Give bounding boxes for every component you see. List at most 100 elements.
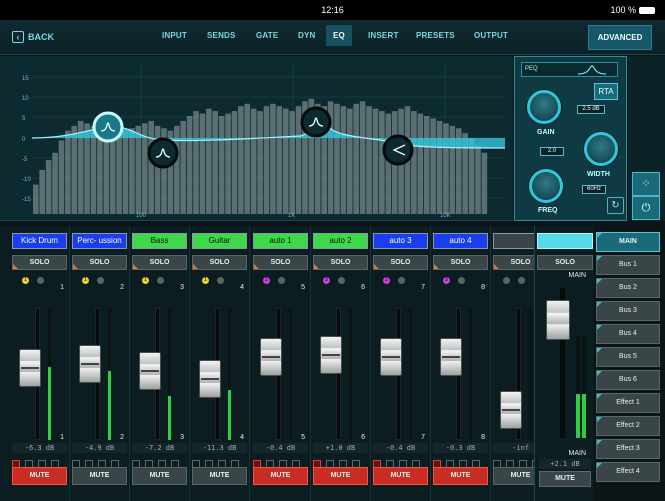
channel-number-bottom: 1 (60, 434, 64, 441)
solo-button[interactable]: SOLO (373, 255, 428, 270)
bus-item-effect-4[interactable]: Effect 4 (596, 462, 660, 482)
channel-name[interactable]: auto 1 (253, 233, 308, 249)
rta-bar (436, 120, 443, 214)
back-button[interactable]: ‹ BACK (12, 31, 54, 43)
bus-item-bus-3[interactable]: Bus 3 (596, 301, 660, 321)
eq-band-node[interactable] (147, 137, 179, 169)
tab-presets[interactable]: PRESETS (416, 31, 455, 40)
rta-bar (282, 108, 289, 214)
fader-cap[interactable] (500, 390, 522, 429)
fader-cap[interactable] (440, 337, 462, 376)
solo-button[interactable]: SOLO (72, 255, 127, 270)
channel-number: 5 (301, 284, 305, 291)
channel-strip: Kick Drum SOLO 1 1 1 -6.3 dB MUTE (10, 226, 70, 501)
rta-bar (206, 108, 212, 214)
fader-cap[interactable] (260, 337, 282, 376)
eq-graph-canvas[interactable]: 151050-5-10-15100 1K 10K (0, 56, 513, 221)
tab-sends[interactable]: SENDS (207, 31, 236, 40)
master-name-tag[interactable] (537, 233, 593, 249)
channel-name[interactable]: Bass (132, 233, 187, 249)
bus-item-effect-3[interactable]: Effect 3 (596, 439, 660, 459)
mute-button[interactable]: MUTE (373, 467, 428, 485)
eq-band-node[interactable] (300, 106, 332, 138)
eq-band-node[interactable] (382, 134, 414, 166)
master-fader-cap[interactable] (546, 300, 570, 340)
channel-name[interactable]: auto 2 (313, 233, 368, 249)
tab-eq[interactable]: EQ (326, 25, 352, 46)
tab-output[interactable]: OUTPUT (474, 31, 508, 40)
freq-knob[interactable] (529, 169, 563, 203)
eq-band-node[interactable] (92, 111, 124, 143)
solo-button[interactable]: SOLO (132, 255, 187, 270)
bus-item-bus-6[interactable]: Bus 6 (596, 370, 660, 390)
rta-bar (193, 111, 199, 214)
channel-number-bottom: 5 (301, 434, 305, 441)
channel-name[interactable]: Kick Drum (12, 233, 67, 249)
rta-bar (199, 113, 206, 214)
channel-name[interactable]: Guitar (192, 233, 247, 249)
channel-name[interactable]: auto 3 (373, 233, 428, 249)
bus-item-bus-4[interactable]: Bus 4 (596, 324, 660, 344)
solo-button[interactable]: SOLO (192, 255, 247, 270)
fader-cap[interactable] (139, 352, 161, 390)
bus-item-effect-2[interactable]: Effect 2 (596, 416, 660, 436)
db-readout: -0.4 dB (373, 443, 428, 453)
gain-knob[interactable] (527, 90, 561, 124)
fader-cap[interactable] (79, 345, 101, 384)
width-knob[interactable] (584, 132, 618, 166)
solo-button[interactable]: SOLO (433, 255, 488, 270)
status-icons (253, 455, 308, 468)
fader-track[interactable] (336, 308, 341, 440)
battery-icon (639, 7, 655, 15)
rta-bar (385, 113, 392, 214)
channel-number: 4 (240, 284, 244, 291)
tab-input[interactable]: INPUT (162, 31, 187, 40)
advanced-button[interactable]: ADVANCED (588, 25, 652, 50)
mute-button[interactable]: MUTE (192, 467, 247, 485)
solo-button[interactable]: SOLO (12, 255, 67, 270)
tab-insert[interactable]: INSERT (368, 31, 399, 40)
rta-bar (423, 116, 430, 214)
mute-button[interactable]: MUTE (72, 467, 127, 485)
mute-group-indicator (37, 277, 44, 284)
fader-cap[interactable] (199, 359, 221, 398)
mute-group-indicator (398, 277, 405, 284)
master-solo-button[interactable]: SOLO (537, 255, 593, 270)
solo-button[interactable]: SOLO (253, 255, 308, 270)
rta-bar (225, 113, 231, 214)
fader-cap[interactable] (320, 335, 342, 374)
bus-item-bus-5[interactable]: Bus 5 (596, 347, 660, 367)
reset-icon[interactable]: ↻ (607, 197, 624, 214)
channel-name[interactable]: Perc- ussion (72, 233, 127, 249)
mute-button[interactable]: MUTE (132, 467, 187, 485)
eq-graph[interactable]: 15 10 5 0 -5 -10 -15 100 1K 10K (0, 56, 513, 221)
fader-cap[interactable] (380, 337, 402, 376)
status-icons (313, 455, 368, 468)
solo-button[interactable]: SOLO (313, 255, 368, 270)
channel-number: 7 (421, 284, 425, 291)
level-meter-fill (108, 371, 111, 440)
channel-strip: Bass SOLO 1 3 3 -7.2 dB MUTE (130, 226, 190, 501)
mute-button[interactable]: MUTE (253, 467, 308, 485)
peq-type-selector[interactable]: PEQ (521, 62, 618, 77)
master-mute-button[interactable]: MUTE (539, 471, 591, 487)
tab-dyn[interactable]: DYN (298, 31, 316, 40)
mute-button[interactable]: MUTE (12, 467, 67, 485)
rta-button[interactable]: RTA (594, 83, 618, 100)
mute-button[interactable]: MUTE (313, 467, 368, 485)
master-meter-right-fill (582, 394, 586, 438)
fader-cap[interactable] (19, 348, 41, 387)
link-icon[interactable]: ⁘ (632, 172, 660, 196)
channel-name[interactable]: auto 4 (433, 233, 488, 249)
power-icon[interactable]: ⏻ (632, 196, 660, 220)
mute-button[interactable]: MUTE (433, 467, 488, 485)
bus-item-bus-1[interactable]: Bus 1 (596, 255, 660, 275)
master-db-readout: +2.1 dB (539, 459, 591, 469)
rta-bar (186, 116, 193, 214)
bus-item-bus-2[interactable]: Bus 2 (596, 278, 660, 298)
bus-item-effect-1[interactable]: Effect 1 (596, 393, 660, 413)
tab-gate[interactable]: GATE (256, 31, 278, 40)
gain-label: GAIN (537, 129, 555, 136)
rta-bar (366, 106, 372, 214)
bus-item-main[interactable]: MAIN (596, 232, 660, 252)
